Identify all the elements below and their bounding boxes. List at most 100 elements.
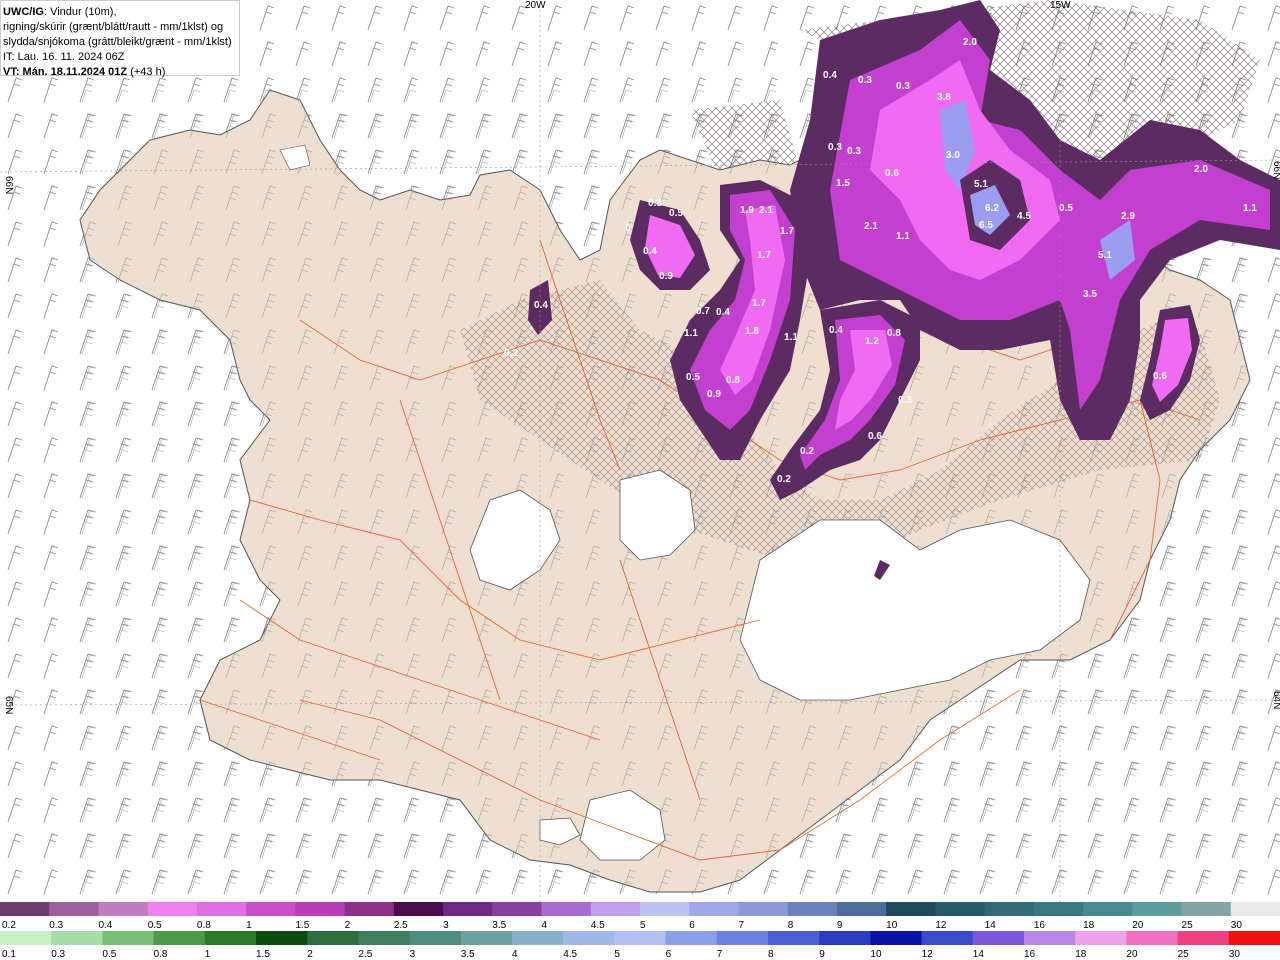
precip-value-label: 0.2 [800, 446, 814, 457]
precip-value-label: 0.8 [726, 375, 740, 386]
scale-swatch [358, 931, 411, 945]
precip-value-label: 0.6 [885, 168, 899, 179]
precip-value-label: 0.9 [707, 389, 721, 400]
scale-swatch [1083, 902, 1133, 916]
scale-swatch [886, 902, 936, 916]
scale-tick-label: 4 [512, 949, 518, 960]
scale-tick-label: 10 [886, 920, 898, 931]
scale-tick-label: 8 [768, 949, 774, 960]
scale-tick-label: 7 [738, 920, 744, 931]
scale-swatch [1228, 931, 1280, 945]
scale-tick-label: 16 [1024, 949, 1036, 960]
scale-swatch [246, 902, 296, 916]
precip-value-label: 0.3 [847, 146, 861, 157]
scale-swatch [972, 931, 1025, 945]
color-scales: 0.2 0.3 0.4 0.5 0.8 1 1.5 2 2.5 3 3.5 4 4.5 5 6 7 8 9 10 12… [0, 902, 1280, 960]
scale-tick-label: 2.5 [394, 920, 408, 931]
scale-tick-label: 0.5 [148, 920, 162, 931]
scale-swatch [492, 902, 543, 916]
title-line1: : Vindur (10m), [43, 6, 117, 18]
valid-time: VT: Mán. 18.11.2024 01Z [3, 66, 128, 78]
scale-tick-label: 14 [973, 949, 985, 960]
scale-swatch [541, 902, 592, 916]
scale-tick-label: 16 [1034, 920, 1046, 931]
precip-value-label: 1.8 [745, 326, 759, 337]
precip-value-label: 3.5 [1083, 289, 1097, 300]
rain-color-scale: 0.1 0.3 0.5 0.8 1 1.5 2 2.5 3 3.5 4 4.5 5 6 7 8 9 10 12 14 1… [0, 931, 1280, 960]
scale-tick-label: 1.5 [295, 920, 309, 931]
scale-tick-label: 12 [935, 920, 947, 931]
precip-value-label: 0.9 [659, 271, 673, 282]
scale-tick-label: 2 [345, 920, 351, 931]
precip-value-label: 0.3 [648, 198, 662, 209]
scale-swatch [689, 902, 739, 916]
scale-tick-label: 0.1 [2, 949, 16, 960]
scale-swatch [295, 902, 346, 916]
grid-label-15w: 15W [1050, 0, 1071, 11]
scale-swatch [1230, 902, 1280, 916]
precip-value-label: 0.7 [696, 306, 710, 317]
scale-swatch [984, 902, 1035, 916]
precip-value-label: 5.1 [974, 179, 988, 190]
scale-swatch [49, 902, 99, 916]
precip-value-label: 0.4 [823, 70, 837, 81]
scale-swatch [1181, 902, 1232, 916]
scale-tick-label: 4.5 [591, 920, 605, 931]
precip-value-label: 0.3 [828, 142, 842, 153]
scale-swatch [460, 931, 513, 945]
scale-tick-label: 3 [443, 920, 449, 931]
scale-swatch [819, 931, 871, 945]
precip-value-label: 4.5 [1017, 211, 1031, 222]
scale-tick-label: 20 [1132, 920, 1144, 931]
scale-swatch [1132, 902, 1183, 916]
scale-tick-label: 0.2 [2, 920, 16, 931]
precip-value-label: 0.6 [868, 431, 882, 442]
precip-value-label: 2.0 [1194, 164, 1208, 175]
precip-value-label: 1.1 [1243, 203, 1257, 214]
scale-swatch [307, 931, 359, 945]
precip-value-label: 1.7 [757, 250, 771, 261]
precip-value-label: 0.3 [898, 395, 912, 406]
precip-value-label: 1.7 [780, 226, 794, 237]
scale-swatch [640, 902, 690, 916]
scale-swatch [787, 902, 838, 916]
grid-label-left-65n: 65N [3, 696, 14, 714]
scale-tick-label: 2 [307, 949, 313, 960]
scale-tick-label: 20 [1126, 949, 1138, 960]
scale-tick-label: 25 [1178, 949, 1190, 960]
scale-tick-label: 4.5 [563, 949, 577, 960]
precip-value-label: 5.1 [1098, 250, 1112, 261]
issue-time: IT: Lau. 16. 11. 2024 06Z [3, 51, 125, 63]
scale-tick-label: 3 [410, 949, 416, 960]
scale-tick-label: 6 [689, 920, 695, 931]
precip-value-label: 0 [625, 223, 631, 234]
weather-map: 2.0 0.4 0.3 0.3 3.8 0.3 0.3 3.0 0.6 1.5 5.1 2.0 0.3 0… [0, 0, 1280, 902]
scale-tick-label: 9 [837, 920, 843, 931]
scale-swatch [0, 902, 50, 916]
scale-swatch [590, 902, 641, 916]
title-line2: rigning/skúrir (grænt/blátt/rautt - mm/1… [3, 21, 224, 33]
precip-value-label: 2.0 [963, 37, 977, 48]
snow-color-scale: 0.2 0.3 0.4 0.5 0.8 1 1.5 2 2.5 3 3.5 4 4.5 5 6 7 8 9 10 12… [0, 902, 1280, 931]
scale-tick-label: 6 [666, 949, 672, 960]
precip-value-label: 6.5 [979, 220, 993, 231]
title-line3: slydda/snjókoma (grátt/bleikt/grænt - mm… [3, 36, 232, 48]
precip-value-label: 0.2 [504, 348, 518, 359]
scale-tick-label: 9 [819, 949, 825, 960]
precip-value-label: 0.2 [777, 474, 791, 485]
scale-swatch [768, 931, 820, 945]
scale-tick-label: 0.4 [98, 920, 112, 931]
scale-tick-label: 1 [205, 949, 211, 960]
precip-value-label: 0.4 [534, 300, 548, 311]
scale-swatch [256, 931, 308, 945]
scale-swatch [935, 902, 986, 916]
scale-tick-label: 0.8 [197, 920, 211, 931]
precip-value-label: 2.1 [864, 221, 878, 232]
scale-swatch [1033, 902, 1084, 916]
scale-swatch [512, 931, 564, 945]
scale-tick-label: 30 [1229, 949, 1241, 960]
scale-swatch [51, 931, 103, 945]
scale-swatch [147, 902, 198, 916]
precip-value-label: 1.7 [752, 298, 766, 309]
precip-value-label: 0.4 [716, 307, 730, 318]
